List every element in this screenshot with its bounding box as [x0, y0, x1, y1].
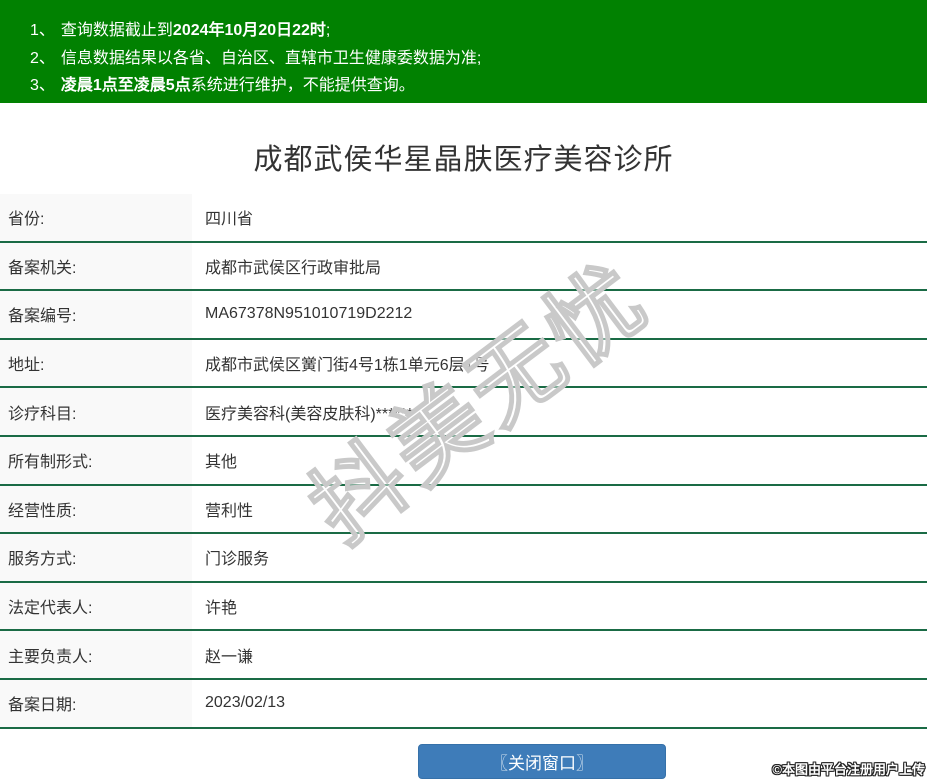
- table-row-legal-representative: 法定代表人: 许艳: [0, 583, 927, 632]
- table-row-principal: 主要负责人: 赵一谦: [0, 631, 927, 680]
- table-row-business-nature: 经营性质: 营利性: [0, 486, 927, 535]
- row-value: 营利性: [192, 497, 927, 521]
- notice-number: 2、: [30, 50, 55, 67]
- notice-line-2: 2、信息数据结果以各省、自治区、直辖市卫生健康委数据为准;: [30, 45, 917, 73]
- table-row-filing-number: 备案编号: MA67378N951010719D2212: [0, 291, 927, 340]
- row-value: 许艳: [192, 594, 927, 618]
- notice-line-1: 1、查询数据截止到2024年10月20日22时;: [30, 17, 917, 45]
- row-label: 法定代表人:: [0, 583, 192, 630]
- row-value: 2023/02/13: [192, 694, 927, 712]
- table-row-filing-date: 备案日期: 2023/02/13: [0, 680, 927, 729]
- row-label: 所有制形式:: [0, 437, 192, 484]
- row-value: 门诊服务: [192, 545, 927, 569]
- close-window-button[interactable]: 〖关闭窗口〗: [418, 744, 666, 779]
- table-row-address: 地址: 成都市武侯区黉门街4号1栋1单元6层1号: [0, 340, 927, 389]
- notice-bold-text: 凌晨1点至凌晨5点: [61, 77, 191, 94]
- notice-text: 信息数据结果以各省、自治区、直辖市卫生健康委数据为准;: [61, 50, 481, 67]
- footer-watermark: ©本图由平台注册用户上传: [772, 759, 925, 778]
- row-label: 备案编号:: [0, 291, 192, 338]
- page-title: 成都武侯华星晶肤医疗美容诊所: [0, 136, 927, 178]
- notice-line-3: 3、凌晨1点至凌晨5点系统进行维护，不能提供查询。: [30, 72, 917, 100]
- notice-bold-text: 2024年10月20日22时: [173, 22, 326, 39]
- row-label: 备案机关:: [0, 243, 192, 290]
- row-value: MA67378N951010719D2212: [192, 305, 927, 323]
- row-label: 地址:: [0, 340, 192, 387]
- row-value: 其他: [192, 448, 927, 472]
- notice-banner: 1、查询数据截止到2024年10月20日22时; 2、信息数据结果以各省、自治区…: [0, 0, 927, 103]
- table-row-province: 省份: 四川省: [0, 194, 927, 243]
- notice-number: 3、: [30, 77, 55, 94]
- institution-info-table: 省份: 四川省 备案机关: 成都市武侯区行政审批局 备案编号: MA67378N…: [0, 194, 927, 729]
- row-value: 医疗美容科(美容皮肤科)******: [192, 400, 927, 424]
- notice-text: 查询数据截止到: [61, 22, 173, 39]
- row-value: 四川省: [192, 205, 927, 229]
- table-row-filing-authority: 备案机关: 成都市武侯区行政审批局: [0, 243, 927, 292]
- row-label: 诊疗科目:: [0, 388, 192, 435]
- row-label: 省份:: [0, 194, 192, 241]
- row-label: 主要负责人:: [0, 631, 192, 678]
- row-value: 成都市武侯区黉门街4号1栋1单元6层1号: [192, 351, 927, 375]
- table-row-clinical-departments: 诊疗科目: 医疗美容科(美容皮肤科)******: [0, 388, 927, 437]
- row-label: 经营性质:: [0, 486, 192, 533]
- notice-text: ;: [326, 22, 330, 39]
- registration-result-page: 1、查询数据截止到2024年10月20日22时; 2、信息数据结果以各省、自治区…: [0, 0, 927, 781]
- row-value: 成都市武侯区行政审批局: [192, 254, 927, 278]
- table-row-service-mode: 服务方式: 门诊服务: [0, 534, 927, 583]
- notice-number: 1、: [30, 22, 55, 39]
- table-row-ownership-type: 所有制形式: 其他: [0, 437, 927, 486]
- row-label: 备案日期:: [0, 680, 192, 727]
- row-value: 赵一谦: [192, 643, 927, 667]
- notice-text: 系统进行维护，不能提供查询。: [191, 77, 415, 94]
- row-label: 服务方式:: [0, 534, 192, 581]
